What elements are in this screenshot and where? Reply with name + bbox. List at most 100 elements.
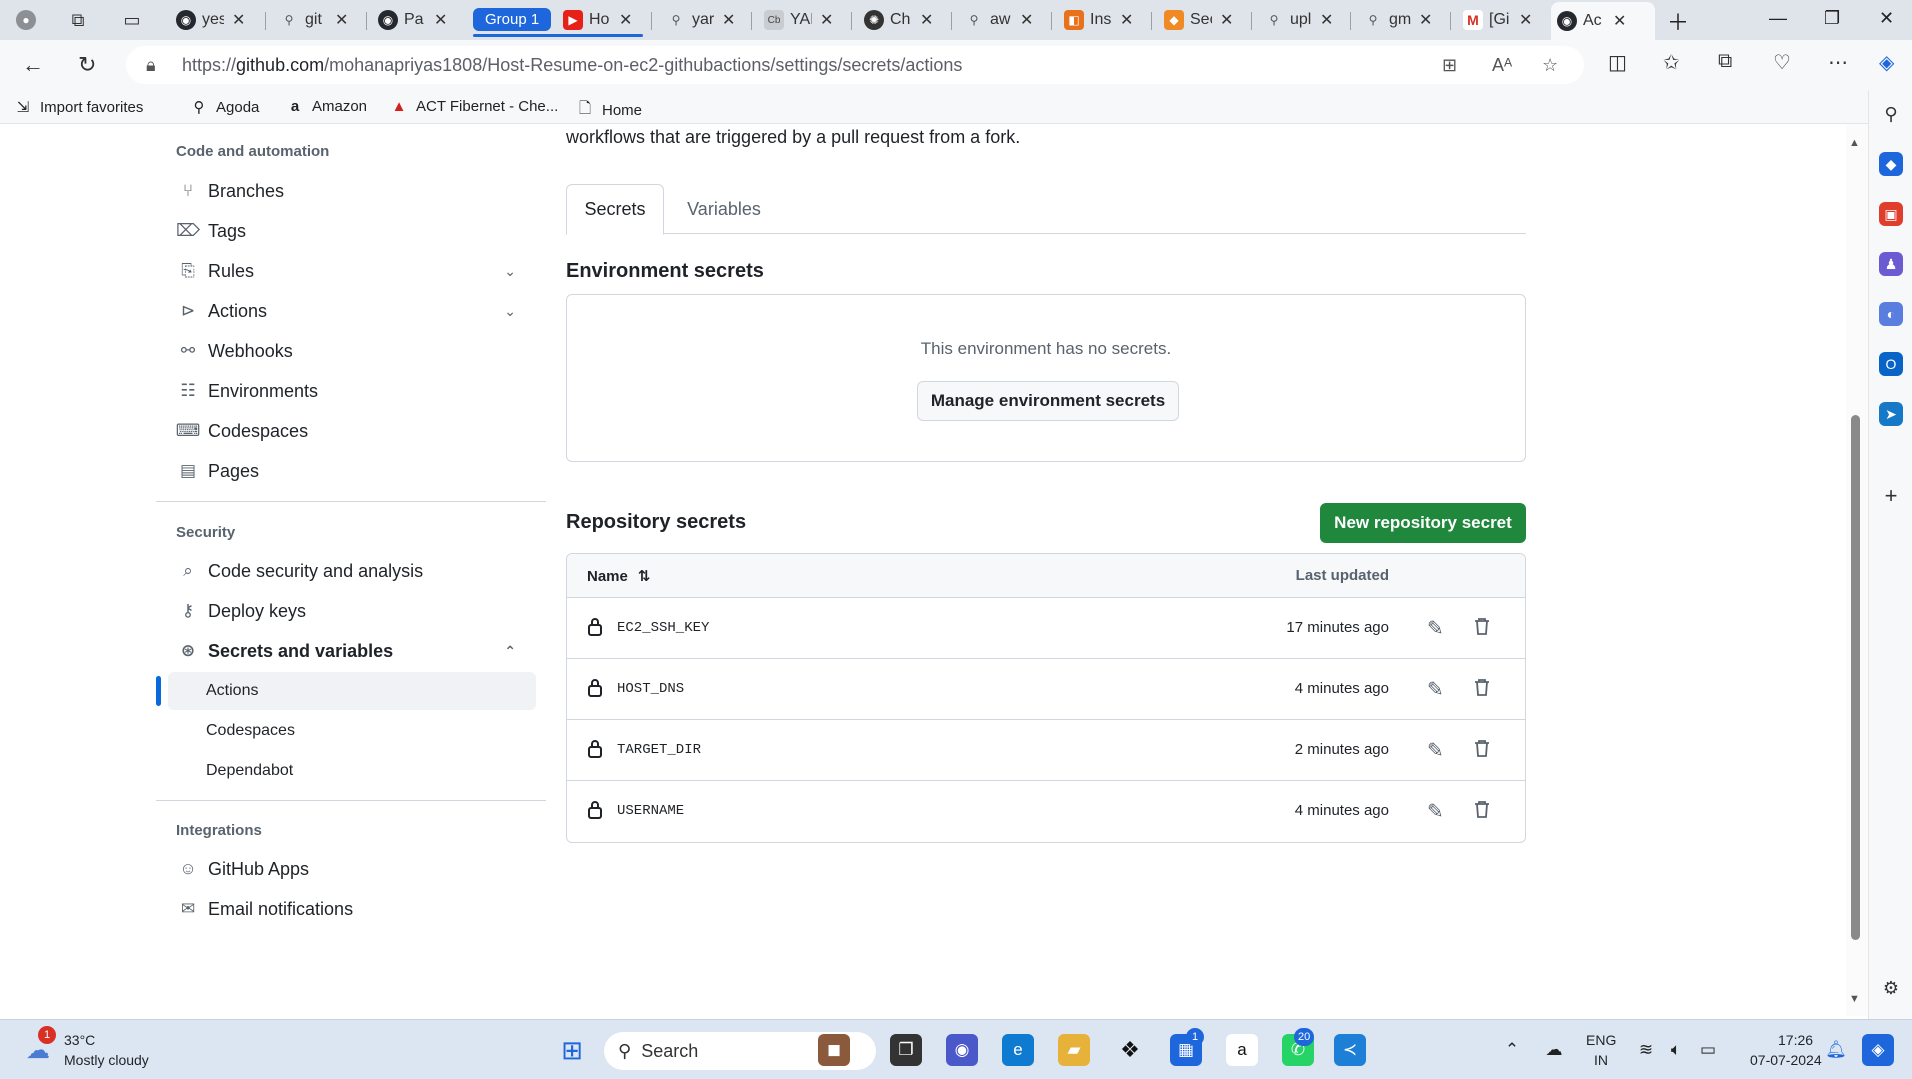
more-menu-icon[interactable]: ⋯ xyxy=(1828,50,1848,75)
tab-8[interactable]: ◧ Ins ✕ xyxy=(1058,5,1139,35)
pencil-icon[interactable]: ✎ xyxy=(1427,677,1444,702)
chocolate-icon[interactable]: ◼ xyxy=(818,1034,850,1066)
sidebar-subitem-dependabot[interactable]: Dependabot xyxy=(168,752,536,790)
new-repository-secret-button[interactable]: New repository secret xyxy=(1320,503,1526,543)
clock-time[interactable]: 17:26 xyxy=(1778,1032,1813,1048)
tab-7[interactable]: ⚲ aw ✕ xyxy=(958,5,1039,35)
trash-icon[interactable] xyxy=(1473,738,1491,758)
amazon-app-icon[interactable]: a xyxy=(1226,1034,1258,1066)
sidebar-item-actions[interactable]: ⊳ Actions ⌄ xyxy=(168,292,536,330)
task-view-icon[interactable]: ❐ xyxy=(890,1034,922,1066)
address-bar[interactable]: 🔒︎ https://github.com/mohanapriyas1808/H… xyxy=(126,46,1584,84)
favorites-icon[interactable]: ✩ xyxy=(1663,50,1680,75)
add-icon[interactable]: + xyxy=(1879,483,1903,508)
copilot-icon[interactable]: ◈ xyxy=(1879,50,1894,75)
tab-4[interactable]: ⚲ yar ✕ xyxy=(660,5,741,35)
app-available-icon[interactable]: ⊞ xyxy=(1442,55,1457,76)
wifi-icon[interactable]: ≋ xyxy=(1630,1034,1662,1066)
vscode-icon[interactable]: ≺ xyxy=(1334,1034,1366,1066)
fav-act[interactable]: ▲ ACT Fibernet - Che... xyxy=(390,98,559,115)
favorite-star-icon[interactable]: ☆ xyxy=(1542,55,1558,76)
send-icon[interactable]: ➤ xyxy=(1879,402,1903,426)
sidebar-item-github-apps[interactable]: ☺ GitHub Apps xyxy=(168,850,536,888)
tab-12[interactable]: M [Gi ✕ xyxy=(1457,5,1538,35)
vertical-tabs-button[interactable]: ▭ xyxy=(116,5,154,35)
back-icon[interactable]: ← xyxy=(22,52,44,78)
scroll-up-icon[interactable]: ▲ xyxy=(1849,137,1860,149)
close-icon[interactable]: ✕ xyxy=(619,10,632,30)
pencil-icon[interactable]: ✎ xyxy=(1427,616,1444,641)
tab-11[interactable]: ⚲ gm ✕ xyxy=(1357,5,1438,35)
battery-icon[interactable]: ▭ xyxy=(1692,1034,1724,1066)
windows-start-icon[interactable]: ⊞ xyxy=(556,1034,588,1066)
tab-3[interactable]: ▶ Ho ✕ xyxy=(557,5,638,35)
dropbox-icon[interactable]: ❖ xyxy=(1114,1034,1146,1066)
collections-icon[interactable]: ⧉ xyxy=(1718,50,1732,73)
close-icon[interactable]: ✕ xyxy=(1519,10,1532,30)
sort-by-name[interactable]: Name ⇅ xyxy=(587,567,650,586)
close-icon[interactable]: ✕ xyxy=(335,10,348,30)
new-tab-button[interactable]: ＋ xyxy=(1667,5,1689,37)
sidebar-item-webhooks[interactable]: ⚯ Webhooks xyxy=(168,332,536,370)
sidebar-item-email-notifications[interactable]: ✉ Email notifications xyxy=(168,890,536,928)
close-icon[interactable]: ✕ xyxy=(1120,10,1133,30)
browser-essentials-icon[interactable]: ♡ xyxy=(1773,50,1791,75)
scroll-down-icon[interactable]: ▼ xyxy=(1849,993,1860,1005)
sidebar-subitem-codespaces[interactable]: Codespaces xyxy=(168,712,536,750)
close-icon[interactable]: ✕ xyxy=(1419,10,1432,30)
manage-env-secrets-button[interactable]: Manage environment secrets xyxy=(917,381,1179,421)
tab-secrets[interactable]: Secrets xyxy=(566,184,664,235)
tab-10[interactable]: ⚲ upl ✕ xyxy=(1258,5,1339,35)
tab-2[interactable]: ◉ Pa ✕ xyxy=(372,5,453,35)
close-icon[interactable]: ✕ xyxy=(1020,10,1033,30)
close-icon[interactable]: ✕ xyxy=(820,10,833,30)
read-aloud-icon[interactable]: A͏ᴬ xyxy=(1492,55,1512,76)
clock-date[interactable]: 07-07-2024 xyxy=(1750,1052,1822,1068)
office-icon[interactable]: ◐ xyxy=(1879,302,1903,326)
chevron-up-icon[interactable]: ⌃ xyxy=(504,643,516,660)
lang-label[interactable]: ENG xyxy=(1586,1032,1616,1048)
weather-temp[interactable]: 33°C xyxy=(64,1032,95,1048)
sidebar-item-code-security[interactable]: ⌕ Code security and analysis xyxy=(168,552,536,590)
pencil-icon[interactable]: ✎ xyxy=(1427,799,1444,824)
workspaces-button[interactable]: ⧉ xyxy=(62,5,100,35)
chevron-down-icon[interactable]: ⌄ xyxy=(504,263,516,280)
close-icon[interactable]: ✕ xyxy=(920,10,933,30)
weather-desc[interactable]: Mostly cloudy xyxy=(64,1052,149,1068)
tab-6[interactable]: ✺ Ch ✕ xyxy=(858,5,939,35)
tab-5[interactable]: Cb YAI ✕ xyxy=(758,5,839,35)
close-icon[interactable]: ✕ xyxy=(722,10,735,30)
sidebar-item-codespaces[interactable]: ⌨ Codespaces xyxy=(168,412,536,450)
fav-home[interactable]: 🗋 Home xyxy=(576,98,642,123)
tab-9[interactable]: ◆ Sec ✕ xyxy=(1158,5,1239,35)
sidebar-item-secrets-variables[interactable]: ⊛ Secrets and variables ⌃ xyxy=(168,632,536,670)
gear-icon[interactable]: ⚙ xyxy=(1879,976,1903,1000)
fav-import[interactable]: ⇲ Import favorites xyxy=(14,98,144,117)
close-icon[interactable]: ✕ xyxy=(232,10,245,30)
sidebar-item-branches[interactable]: ⑂ Branches xyxy=(168,172,536,210)
region-label[interactable]: IN xyxy=(1594,1052,1608,1068)
tab-0[interactable]: ◉ yes ✕ xyxy=(170,5,251,35)
copilot-icon[interactable]: ◈ xyxy=(1862,1034,1894,1066)
sidebar-item-tags[interactable]: ⌦ Tags xyxy=(168,212,536,250)
sidebar-item-pages[interactable]: ▤ Pages xyxy=(168,452,536,490)
close-icon[interactable]: ✕ xyxy=(1613,11,1626,31)
trash-icon[interactable] xyxy=(1473,616,1491,636)
chevron-down-icon[interactable]: ⌄ xyxy=(504,303,516,320)
fav-agoda[interactable]: ⚲ Agoda xyxy=(190,98,260,117)
scroll-thumb[interactable] xyxy=(1851,415,1860,940)
meet-icon[interactable]: ◉ xyxy=(946,1034,978,1066)
split-screen-icon[interactable]: ◫ xyxy=(1608,50,1627,75)
volume-icon[interactable]: 🔈︎ xyxy=(1660,1034,1692,1066)
fav-amazon[interactable]: a Amazon xyxy=(286,98,367,115)
onedrive-icon[interactable]: ☁ xyxy=(1538,1034,1570,1066)
edge-browser-icon[interactable]: e xyxy=(1002,1034,1034,1066)
tab-group-chip[interactable]: Group 1 xyxy=(473,8,552,31)
close-icon[interactable]: ✕ xyxy=(1220,10,1233,30)
profile-button[interactable]: ● xyxy=(10,5,48,35)
tools-icon[interactable]: ▣ xyxy=(1879,202,1903,226)
lock-icon[interactable]: 🔒︎ xyxy=(146,55,156,76)
close-icon[interactable]: ✕ xyxy=(1320,10,1333,30)
sidebar-item-environments[interactable]: ☷ Environments xyxy=(168,372,536,410)
search-icon[interactable]: ⚲ xyxy=(1879,102,1903,126)
